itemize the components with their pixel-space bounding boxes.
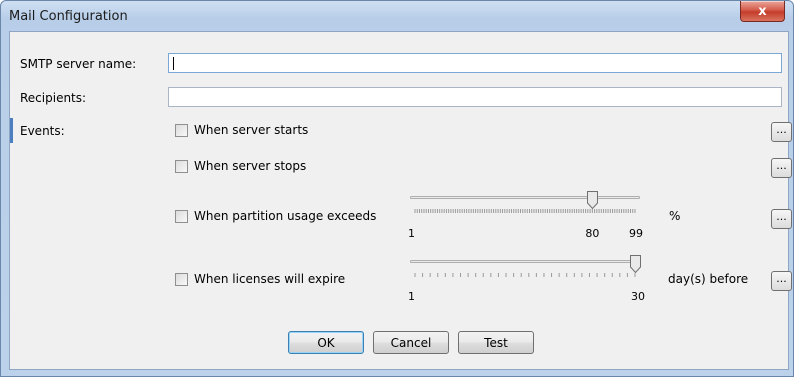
percent-unit: % — [669, 209, 681, 223]
event-licenses-expire[interactable]: When licenses will expire — [175, 272, 345, 286]
test-button[interactable]: Test — [458, 331, 534, 354]
license-max-label: 30 — [631, 290, 645, 303]
partition-usage-label: When partition usage exceeds — [194, 209, 377, 223]
licenses-expire-checkbox[interactable] — [175, 272, 188, 286]
license-min-label: 1 — [408, 290, 415, 303]
events-label: Events: — [20, 124, 65, 138]
recipients-input[interactable] — [168, 87, 782, 107]
server-stops-label: When server stops — [194, 159, 307, 173]
partition-usage-more-button[interactable]: ... — [771, 209, 792, 229]
slider-thumb[interactable] — [629, 255, 641, 273]
recipients-label: Recipients: — [20, 91, 87, 105]
smtp-server-input[interactable] — [168, 53, 782, 73]
slider-track — [410, 260, 640, 263]
event-server-starts[interactable]: When server starts — [175, 123, 308, 137]
left-accent-bar — [10, 118, 13, 143]
days-before-unit: day(s) before — [668, 272, 749, 286]
slider-ticks — [414, 273, 636, 277]
cancel-button[interactable]: Cancel — [373, 331, 449, 354]
partition-usage-slider[interactable] — [410, 191, 640, 215]
server-starts-label: When server starts — [194, 123, 309, 137]
licenses-expire-label: When licenses will expire — [194, 272, 346, 286]
partition-min-label: 1 — [408, 227, 415, 240]
partition-usage-checkbox[interactable] — [175, 209, 188, 223]
dialog-body: SMTP server name: Recipients: Events: Wh… — [9, 31, 792, 370]
licenses-expire-more-button[interactable]: ... — [771, 271, 792, 291]
title-bar[interactable]: Mail Configuration x — [1, 1, 793, 31]
window-title: Mail Configuration — [9, 9, 128, 24]
slider-ticks — [414, 209, 636, 213]
server-stops-more-button[interactable]: ... — [771, 158, 792, 178]
event-server-stops[interactable]: When server stops — [175, 159, 306, 173]
server-stops-checkbox[interactable] — [175, 159, 188, 173]
partition-value-label: 80 — [585, 227, 600, 240]
mail-configuration-window: Mail Configuration x SMTP server name: R… — [0, 0, 794, 377]
event-partition-usage[interactable]: When partition usage exceeds — [175, 209, 376, 223]
server-starts-checkbox[interactable] — [175, 123, 188, 137]
license-expire-slider[interactable] — [410, 255, 641, 279]
server-starts-more-button[interactable]: ... — [771, 122, 792, 142]
ok-button[interactable]: OK — [288, 331, 364, 354]
smtp-server-label: SMTP server name: — [20, 57, 137, 71]
close-icon: x — [758, 3, 767, 19]
text-caret — [173, 57, 174, 70]
close-button[interactable]: x — [740, 1, 785, 22]
slider-thumb[interactable] — [586, 191, 598, 209]
slider-track — [410, 196, 640, 199]
partition-max-label: 99 — [629, 227, 643, 240]
